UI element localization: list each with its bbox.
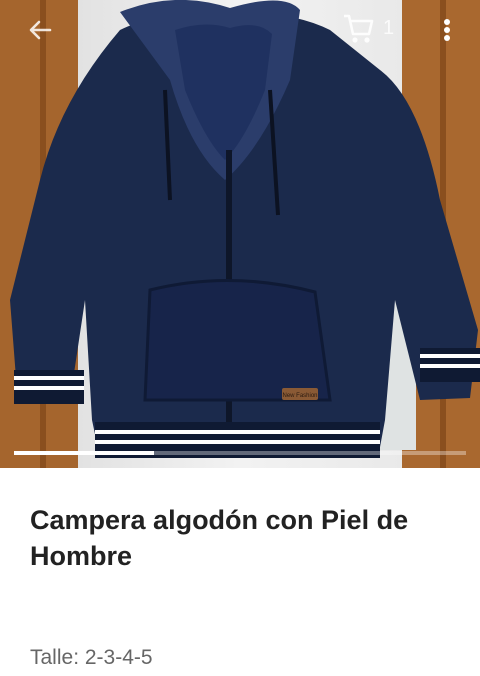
cart-count-badge: 1: [383, 17, 395, 39]
product-photo: New Fashion: [0, 0, 480, 468]
more-vert-icon: [444, 19, 450, 41]
product-sizes: Talle: 2-3-4-5: [30, 646, 153, 669]
arrow-left-icon: [29, 20, 52, 40]
cart-icon: [344, 14, 374, 43]
app-bar: 1: [0, 0, 480, 58]
carousel-progress-track: [14, 451, 466, 455]
more-options-button[interactable]: [438, 14, 456, 46]
back-button[interactable]: [24, 14, 56, 46]
product-title: Campera algodón con Piel de Hombre: [30, 505, 409, 571]
carousel-progress-indicator: [14, 451, 155, 455]
product-image-carousel[interactable]: New Fashion 1: [0, 0, 480, 468]
cart-button[interactable]: [342, 12, 374, 46]
jacket-brand-label: New Fashion: [282, 393, 317, 399]
